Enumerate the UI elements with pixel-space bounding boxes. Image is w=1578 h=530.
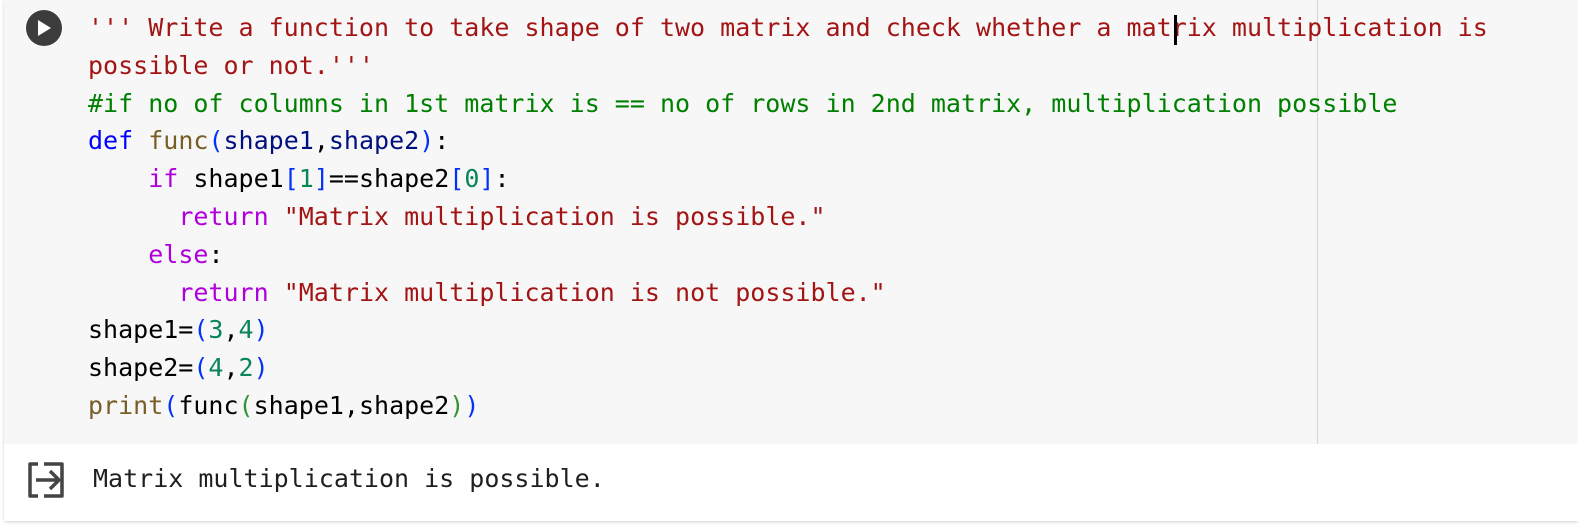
token-bracket: ) bbox=[253, 353, 269, 383]
code-line-comment: #if no of columns in 1st matrix is == no… bbox=[88, 85, 1574, 123]
token-bracket: ( bbox=[193, 315, 209, 345]
run-cell-button[interactable] bbox=[26, 10, 62, 46]
code-line-def: def func(shape1,shape2): bbox=[88, 126, 450, 156]
token-return: return bbox=[178, 277, 269, 307]
token-number: 2 bbox=[238, 353, 254, 383]
token-bracket: [ bbox=[449, 164, 465, 194]
token-func-name: func bbox=[148, 126, 209, 156]
token-number: 4 bbox=[238, 315, 254, 345]
token-number: 3 bbox=[208, 315, 224, 345]
token-else: else bbox=[148, 239, 209, 269]
token-print: print bbox=[88, 390, 164, 420]
cell-gutter bbox=[4, 0, 84, 444]
token-bracket: ) bbox=[253, 315, 269, 345]
token-bracket: ] bbox=[479, 164, 495, 194]
code-line-docstring: ''' Write a function to take shape of tw… bbox=[88, 9, 1574, 85]
token-string: "Matrix multiplication is possible." bbox=[283, 201, 826, 231]
code-line-else: else: bbox=[148, 239, 224, 269]
code-editor[interactable]: ''' Write a function to take shape of tw… bbox=[84, 0, 1578, 444]
token-bracket: ( bbox=[238, 390, 254, 420]
token-def: def bbox=[88, 126, 134, 156]
token-bracket: ) bbox=[449, 390, 465, 420]
token-number: 1 bbox=[298, 164, 314, 194]
token-return: return bbox=[178, 201, 269, 231]
comment-text: #if no of columns in 1st matrix is == no… bbox=[88, 88, 1398, 118]
token-param: shape2 bbox=[328, 126, 420, 156]
code-line-return-possible: return "Matrix multiplication is possibl… bbox=[88, 198, 1574, 236]
token-if: if bbox=[148, 164, 179, 194]
play-icon bbox=[38, 20, 51, 36]
code-line-shape2: shape2=(4,2) bbox=[88, 353, 269, 383]
token-bracket: ( bbox=[208, 126, 224, 156]
cell-output-text: Matrix multiplication is possible. bbox=[93, 464, 605, 493]
text-cursor bbox=[1174, 15, 1177, 45]
code-cell[interactable]: ''' Write a function to take shape of tw… bbox=[4, 0, 1578, 521]
token-number: 0 bbox=[464, 164, 480, 194]
token-string: "Matrix multiplication is not possible." bbox=[283, 277, 886, 307]
token-bracket: ) bbox=[464, 390, 480, 420]
docstring-text: ''' Write a function to take shape of tw… bbox=[88, 13, 1503, 80]
token-bracket: ) bbox=[419, 126, 435, 156]
output-redirect-icon[interactable] bbox=[24, 458, 68, 502]
code-line-return-not-possible: return "Matrix multiplication is not pos… bbox=[88, 274, 1574, 312]
token-param: shape1 bbox=[223, 126, 314, 156]
token-bracket: ( bbox=[163, 390, 179, 420]
code-line-shape1: shape1=(3,4) bbox=[88, 315, 269, 345]
token-number: 4 bbox=[208, 353, 224, 383]
token-bracket: ] bbox=[313, 164, 329, 194]
code-line-if: if shape1[1]==shape2[0]: bbox=[148, 164, 510, 194]
code-line-print: print(func(shape1,shape2)) bbox=[88, 390, 480, 420]
token-bracket: [ bbox=[283, 164, 299, 194]
token-bracket: ( bbox=[193, 353, 209, 383]
code-content[interactable]: ''' Write a function to take shape of tw… bbox=[88, 9, 1574, 425]
